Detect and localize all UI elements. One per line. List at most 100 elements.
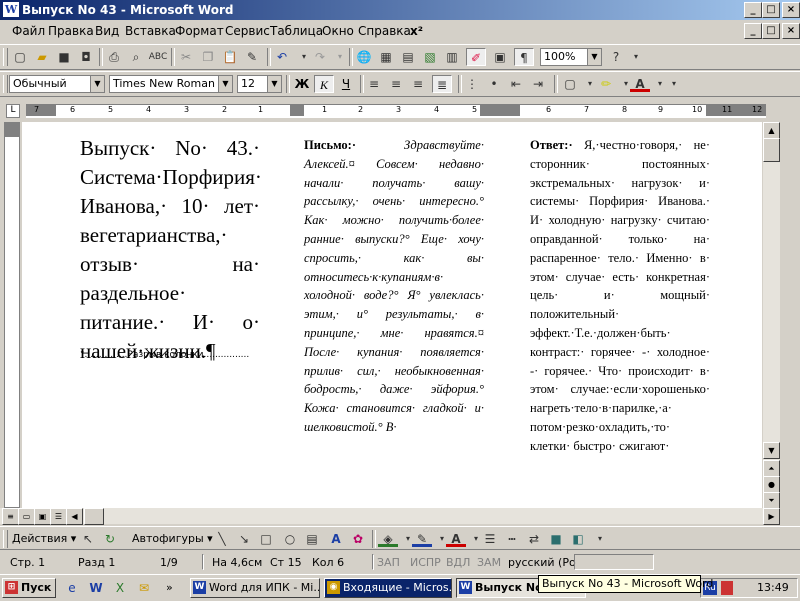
word-app-icon[interactable]: W <box>3 2 19 17</box>
borders-icon[interactable]: ▢ <box>560 75 580 93</box>
status-extend[interactable]: ВДЛ <box>446 556 470 569</box>
print-layout-icon[interactable]: ▣ <box>34 508 51 525</box>
oval-icon[interactable]: ○ <box>280 530 300 548</box>
quicklaunch-ie-icon[interactable]: e <box>62 579 82 597</box>
maximize-button[interactable]: □ <box>762 2 780 18</box>
scroll-thumb[interactable] <box>84 508 104 525</box>
align-left-icon[interactable]: ≡ <box>364 75 384 93</box>
scroll-left-icon[interactable]: ◀ <box>66 508 83 525</box>
normal-view-icon[interactable]: ≡ <box>2 508 19 525</box>
redo-dropdown-icon[interactable]: ▾ <box>330 48 350 66</box>
3d-icon[interactable]: ◧ <box>568 530 588 548</box>
menu-tools[interactable]: Сервис <box>225 24 270 38</box>
browse-object-icon[interactable]: ● <box>763 476 780 493</box>
paste-icon[interactable]: 📋 <box>220 48 240 66</box>
document-map-icon[interactable]: ▣ <box>490 48 510 66</box>
permission-icon[interactable]: ◘ <box>76 48 96 66</box>
scroll-up-icon[interactable]: ▲ <box>763 122 780 139</box>
line-color-icon[interactable]: ✎ <box>412 530 432 547</box>
close-button[interactable]: × <box>782 2 800 18</box>
quicklaunch-excel-icon[interactable]: X <box>110 579 130 597</box>
select-objects-icon[interactable]: ↖ <box>78 530 98 548</box>
text-box-icon[interactable]: ▤ <box>302 530 322 548</box>
print-preview-icon[interactable]: ⌕ <box>126 48 146 66</box>
taskbar-item-word-ipk[interactable]: W Word для ИПК - Mi... <box>190 578 320 598</box>
minimize-button[interactable]: _ <box>744 2 762 18</box>
increase-indent-icon[interactable]: ⇥ <box>528 75 548 93</box>
previous-page-icon[interactable]: ⏶ <box>763 460 780 477</box>
chevron-down-icon[interactable]: ▼ <box>218 76 232 92</box>
show-formatting-icon[interactable]: ¶ <box>514 48 534 66</box>
rectangle-icon[interactable]: □ <box>256 530 276 548</box>
quicklaunch-word-icon[interactable]: W <box>86 579 106 597</box>
bullets-icon[interactable]: • <box>484 75 504 93</box>
quicklaunch-more-icon[interactable]: » <box>166 581 173 594</box>
align-center-icon[interactable]: ≡ <box>386 75 406 93</box>
actions-menu-button[interactable]: Действия ▾ <box>12 532 76 545</box>
insert-excel-icon[interactable]: ▧ <box>420 48 440 66</box>
autoshapes-menu-button[interactable]: Автофигуры ▾ <box>132 532 213 545</box>
font-color-icon[interactable]: A <box>446 530 466 547</box>
wordart-icon[interactable]: A <box>326 530 346 548</box>
tab-selector-icon[interactable]: L <box>6 104 20 118</box>
numbering-icon[interactable]: ⋮ <box>462 75 482 93</box>
scroll-down-icon[interactable]: ▼ <box>763 442 780 459</box>
undo-icon[interactable]: ↶ <box>272 48 292 66</box>
column-2-text[interactable]: Письмо:· Здравствуйте· Алексей.¤ Совсем·… <box>304 136 484 437</box>
menu-insert[interactable]: Вставка <box>125 24 176 38</box>
justify-icon[interactable]: ≣ <box>432 75 452 93</box>
vertical-scrollbar[interactable]: ▲ ▼ ⏶ ● ⏷ <box>763 122 780 509</box>
doc-close-button[interactable]: × <box>782 23 800 39</box>
taskbar-item-inbox[interactable]: ◉ Входящие - Micros... <box>324 578 452 598</box>
clip-art-icon[interactable]: ✿ <box>348 530 368 548</box>
toolbar-options-icon[interactable]: ▾ <box>626 48 646 66</box>
chevron-down-icon[interactable]: ▼ <box>587 49 601 65</box>
column-1-text[interactable]: Выпуск· No· 43.· Система·Порфирия· Ивано… <box>80 134 262 366</box>
help-icon[interactable]: ? <box>606 48 626 66</box>
dash-style-icon[interactable]: ┅ <box>502 530 522 548</box>
zoom-select[interactable]: 100% ▼ <box>540 48 602 66</box>
italic-button[interactable]: К <box>314 75 334 93</box>
doc-restore-button[interactable]: □ <box>762 23 780 39</box>
copy-icon[interactable]: ❐ <box>198 48 218 66</box>
hyperlink-icon[interactable]: 🌐 <box>354 48 374 66</box>
status-record-macro[interactable]: ЗАП <box>377 556 400 569</box>
menu-superscript[interactable]: x² <box>410 24 423 38</box>
columns-icon[interactable]: ▥ <box>442 48 462 66</box>
scroll-thumb[interactable] <box>763 138 780 162</box>
web-layout-icon[interactable]: ▭ <box>18 508 35 525</box>
toolbar-grip[interactable] <box>3 75 8 93</box>
arrow-style-icon[interactable]: ⇄ <box>524 530 544 548</box>
column-3-text[interactable]: Ответ:· Я,·честно·говоря,· не· сторонник… <box>530 136 710 456</box>
drawing-icon[interactable]: ✐ <box>466 48 486 66</box>
new-document-icon[interactable]: ▢ <box>10 48 30 66</box>
cut-icon[interactable]: ✂ <box>176 48 196 66</box>
shadow-icon[interactable]: ■ <box>546 530 566 548</box>
next-page-icon[interactable]: ⏷ <box>763 492 780 509</box>
toolbar-options-icon[interactable]: ▾ <box>664 75 684 93</box>
line-style-icon[interactable]: ☰ <box>480 530 500 548</box>
line-icon[interactable]: ╲ <box>212 530 232 548</box>
menu-edit[interactable]: Правка <box>48 24 94 38</box>
style-select[interactable]: Обычный ▼ <box>9 75 105 93</box>
clock[interactable]: 13:49 <box>757 581 789 594</box>
font-color-icon[interactable]: A <box>630 75 650 92</box>
font-size-select[interactable]: 12 ▼ <box>237 75 282 93</box>
print-icon[interactable]: ⎙ <box>104 48 124 66</box>
align-right-icon[interactable]: ≡ <box>408 75 428 93</box>
bold-button[interactable]: Ж <box>292 75 312 93</box>
underline-button[interactable]: Ч <box>336 75 356 93</box>
arrow-icon[interactable]: ↘ <box>234 530 254 548</box>
spelling-icon[interactable]: ABC <box>148 48 168 66</box>
save-icon[interactable]: ■ <box>54 48 74 66</box>
scroll-right-icon[interactable]: ▶ <box>763 508 780 525</box>
menu-help[interactable]: Справка <box>358 24 411 38</box>
font-select[interactable]: Times New Roman ▼ <box>109 75 233 93</box>
menu-format[interactable]: Формат <box>175 24 224 38</box>
chevron-down-icon[interactable]: ▼ <box>90 76 104 92</box>
menu-table[interactable]: Таблица <box>270 24 323 38</box>
redo-icon[interactable]: ↷ <box>310 48 330 66</box>
highlight-icon[interactable]: ✏ <box>596 75 616 93</box>
document-page[interactable]: Выпуск· No· 43.· Система·Порфирия· Ивано… <box>22 122 762 508</box>
tables-borders-icon[interactable]: ▦ <box>376 48 396 66</box>
